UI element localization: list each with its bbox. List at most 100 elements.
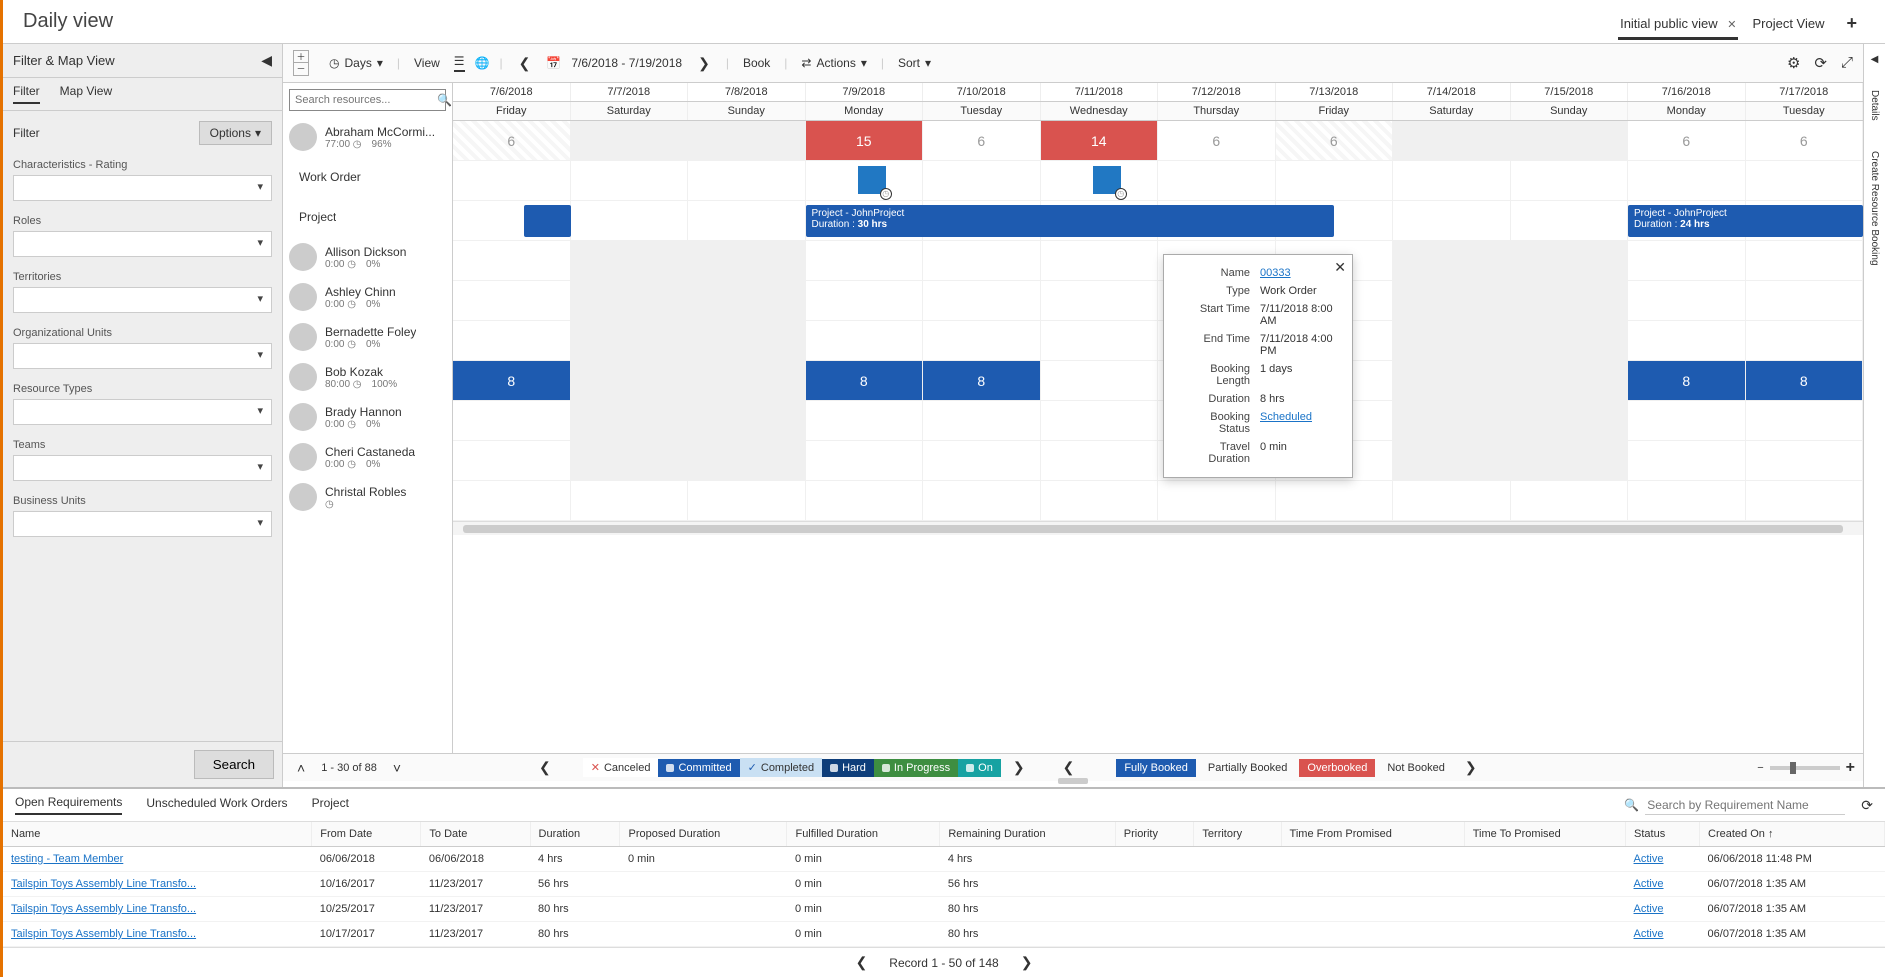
book-legend-prev-icon[interactable]: ❮ [1057, 759, 1081, 776]
grid-cell[interactable]: 6 [453, 121, 571, 160]
grid-cell[interactable] [688, 161, 806, 200]
grid-cell[interactable] [571, 161, 689, 200]
column-header[interactable]: Proposed Duration [620, 822, 787, 847]
grid-cell[interactable] [1041, 481, 1159, 520]
resource-search[interactable]: 🔍 [289, 89, 446, 111]
grid-cell[interactable]: 8 [1746, 361, 1864, 400]
grid-cell[interactable] [1393, 401, 1511, 440]
grid-cell[interactable] [923, 481, 1041, 520]
column-header[interactable]: Time To Promised [1464, 822, 1625, 847]
grid-cell[interactable] [688, 481, 806, 520]
grid-cell[interactable] [688, 281, 806, 320]
grid-cell[interactable]: 8 [453, 361, 571, 400]
resource-row[interactable]: Allison Dickson 0:00 ◷0% [283, 237, 452, 277]
grid-cell[interactable]: 6 [1746, 121, 1864, 160]
grid-cell[interactable]: 6 [923, 121, 1041, 160]
grid-cell[interactable] [1746, 161, 1864, 200]
project-bar[interactable] [524, 205, 571, 237]
grid-cell[interactable] [453, 241, 571, 280]
grid-cell[interactable] [453, 401, 571, 440]
grid-cell[interactable] [571, 121, 689, 160]
time-scale-selector[interactable]: ◷ Days ▾ [325, 54, 387, 72]
collapse-right-icon[interactable]: ◀ [1871, 54, 1879, 65]
book-over[interactable]: Overbooked [1299, 759, 1375, 777]
grid-cell[interactable] [806, 281, 924, 320]
grid-cell[interactable]: 15 [806, 121, 924, 160]
grid-cell[interactable] [1041, 281, 1159, 320]
search-button[interactable]: Search [194, 750, 274, 779]
column-header[interactable]: To Date [421, 822, 530, 847]
search-input[interactable] [295, 94, 437, 106]
filter-select[interactable] [13, 287, 272, 313]
column-header[interactable]: Name [3, 822, 312, 847]
next-range-button[interactable]: ❯ [692, 55, 716, 72]
grid-cell[interactable] [571, 281, 689, 320]
column-header[interactable]: Status [1626, 822, 1700, 847]
column-header[interactable]: Duration [530, 822, 620, 847]
status-link[interactable]: Active [1634, 928, 1664, 940]
grid-cell[interactable] [1393, 201, 1511, 240]
filter-select[interactable] [13, 399, 272, 425]
grid-cell[interactable]: 8 [923, 361, 1041, 400]
resource-row[interactable]: Cheri Castaneda 0:00 ◷0% [283, 437, 452, 477]
tt-name-link[interactable]: 00333 [1260, 267, 1291, 279]
prev-range-button[interactable]: ❮ [513, 55, 537, 72]
column-header[interactable]: Remaining Duration [940, 822, 1115, 847]
expand-collapse-control[interactable]: ＋ － [293, 50, 309, 76]
tab-open-req[interactable]: Open Requirements [15, 795, 122, 815]
sort-menu[interactable]: Sort ▾ [894, 54, 935, 72]
resize-handle[interactable] [1058, 778, 1088, 784]
view-tab-project[interactable]: Project View [1750, 12, 1826, 35]
status-hard[interactable]: Hard [822, 759, 874, 777]
grid-cell[interactable]: 6 [1158, 121, 1276, 160]
table-row[interactable]: testing - Team Member 06/06/201806/06/20… [3, 847, 1885, 872]
req-name-link[interactable]: Tailspin Toys Assembly Line Transfo... [11, 928, 196, 940]
grid-cell[interactable] [1041, 441, 1159, 480]
grid-cell[interactable] [1276, 481, 1394, 520]
grid-cell[interactable] [1511, 241, 1629, 280]
filter-select[interactable] [13, 511, 272, 537]
grid-cell[interactable] [453, 161, 571, 200]
grid-cell[interactable] [688, 401, 806, 440]
column-header[interactable]: Fulfilled Duration [787, 822, 940, 847]
resource-row[interactable]: Bernadette Foley 0:00 ◷0% [283, 317, 452, 357]
zoom-slider[interactable] [1770, 766, 1840, 770]
zoom-out-icon[interactable]: − [1757, 762, 1763, 774]
grid-cell[interactable] [806, 441, 924, 480]
book-fully[interactable]: Fully Booked [1116, 759, 1196, 777]
grid-cell[interactable] [453, 321, 571, 360]
grid-cell[interactable] [571, 481, 689, 520]
zoom-in-icon[interactable]: + [1846, 759, 1855, 777]
grid-cell[interactable] [571, 401, 689, 440]
grid-cell[interactable]: 8 [806, 361, 924, 400]
grid-cell[interactable] [806, 321, 924, 360]
grid-cell[interactable] [1746, 241, 1864, 280]
book-button[interactable]: Book [739, 54, 774, 72]
project-bar[interactable]: Project - JohnProjectDuration : 24 hrs [1628, 205, 1863, 237]
grid-cell[interactable] [923, 441, 1041, 480]
grid-cell[interactable] [923, 401, 1041, 440]
pager-down-icon[interactable]: ˅ [387, 760, 407, 776]
create-booking-rail[interactable]: Create Resource Booking [1869, 146, 1880, 271]
refresh-icon[interactable]: ⟳ [1814, 54, 1827, 72]
grid-cell[interactable] [1393, 281, 1511, 320]
req-name-link[interactable]: Tailspin Toys Assembly Line Transfo... [11, 878, 196, 890]
pager-prev-icon[interactable]: ❮ [850, 954, 874, 971]
grid-cell[interactable] [1746, 441, 1864, 480]
grid-cell[interactable] [1276, 161, 1394, 200]
project-bar[interactable]: Project - JohnProjectDuration : 30 hrs [806, 205, 1335, 237]
grid-cell[interactable] [1628, 401, 1746, 440]
resource-row[interactable]: Abraham McCormi... 77:00 ◷96% [283, 117, 452, 157]
grid-cell[interactable] [1628, 441, 1746, 480]
resource-row[interactable]: Bob Kozak 80:00 ◷100% [283, 357, 452, 397]
grid-cell[interactable] [806, 481, 924, 520]
table-row[interactable]: Tailspin Toys Assembly Line Transfo... 1… [3, 897, 1885, 922]
status-completed[interactable]: ✓Completed [740, 758, 822, 777]
add-view-button[interactable]: + [1838, 13, 1865, 34]
grid-cell[interactable] [1746, 481, 1864, 520]
expand-icon[interactable]: ⤢ [1841, 54, 1853, 72]
work-order-block[interactable]: ◷ [1093, 166, 1121, 194]
search-icon[interactable]: 🔍 [437, 93, 452, 107]
status-inprogress[interactable]: In Progress [874, 759, 958, 777]
grid-cell[interactable] [688, 121, 806, 160]
